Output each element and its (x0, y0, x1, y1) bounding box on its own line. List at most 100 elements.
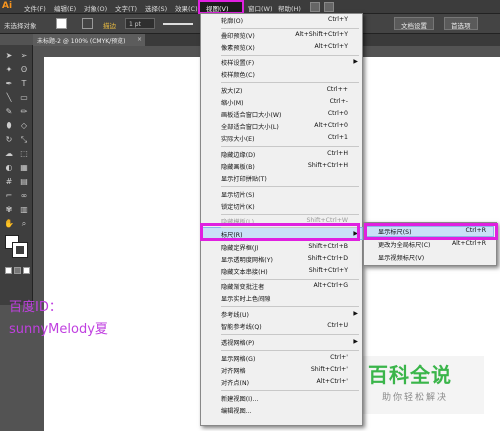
rectangle-tool-icon[interactable]: ▭ (18, 93, 30, 103)
menu-edit[interactable]: 编辑(E) (54, 3, 76, 13)
menu-item-actual-size[interactable]: 实际大小(E) Ctrl+1 (201, 133, 362, 144)
menu-item-proof-setup[interactable]: 校样设置(F) ▶ (201, 57, 362, 68)
menu-item-hide-gradient-annotator[interactable]: 隐藏渐变批注者 Alt+Ctrl+G (201, 281, 362, 292)
menu-item-pixel-preview[interactable]: 像素预览(X) Alt+Ctrl+Y (201, 42, 362, 53)
pencil-tool-icon[interactable]: ✏ (18, 107, 30, 117)
eraser-tool-icon[interactable]: ◇ (18, 121, 30, 131)
free-transform-tool-icon[interactable]: ⬚ (18, 149, 30, 159)
tools-panel: ➤ ➢ ✦ ʘ ✒ T ╲ ▭ ✎ ✏ ⬮ ◇ ↻ ⤡ ☁ ⬚ ◐ ▦ # ▤ … (0, 45, 33, 305)
warp-tool-icon[interactable]: ☁ (3, 149, 15, 159)
shape-builder-tool-icon[interactable]: ◐ (3, 163, 15, 173)
menu-item-hide-artboards[interactable]: 隐藏画板(B) Shift+Ctrl+H (201, 161, 362, 172)
none-mode-icon[interactable] (23, 267, 30, 274)
menu-item-show-grid[interactable]: 显示网格(G) Ctrl+' (201, 353, 362, 364)
submenu-arrow-icon: ▶ (353, 310, 358, 317)
menu-item-zoom-in[interactable]: 放大(Z) Ctrl++ (201, 85, 362, 96)
menu-item-proof-colors[interactable]: 校样颜色(C) (201, 69, 362, 80)
close-icon[interactable]: × (137, 36, 142, 43)
menu-item-guides[interactable]: 参考线(U) ▶ (201, 309, 362, 320)
menu-item-overprint-preview[interactable]: 叠印预览(V) Alt+Shift+Ctrl+Y (201, 30, 362, 41)
gradient-tool-icon[interactable]: ▤ (18, 177, 30, 187)
menu-item-snap-to-point[interactable]: 对齐点(N) Alt+Ctrl+' (201, 377, 362, 388)
menu-effect[interactable]: 效果(C) (175, 3, 198, 13)
document-tab[interactable]: 未标题-2 @ 100% (CMYK/预览) × (33, 34, 145, 46)
stroke-profile-preview[interactable] (163, 23, 193, 25)
symbol-sprayer-tool-icon[interactable]: ✾ (3, 205, 15, 215)
menu-item-new-view[interactable]: 新建视图(I)... (201, 393, 362, 404)
menu-window[interactable]: 窗口(W) (248, 3, 273, 13)
stroke-label[interactable]: 描边 (103, 20, 116, 30)
submenu-arrow-icon: ▶ (353, 338, 358, 345)
rulers-annotation-box (200, 223, 360, 241)
brand-slogan: 助你轻松解决 (382, 393, 449, 403)
menu-item-fit-artboard[interactable]: 画板适合窗口大小(W) Ctrl+0 (201, 109, 362, 120)
scale-tool-icon[interactable]: ⤡ (18, 135, 30, 145)
menu-item-smart-guides[interactable]: 智能参考线(Q) Ctrl+U (201, 321, 362, 332)
menu-separator (221, 390, 359, 391)
type-tool-icon[interactable]: T (18, 79, 30, 89)
menu-item-outline[interactable]: 轮廓(O) Ctrl+Y (201, 15, 362, 26)
menu-bar: Ai 文件(F) 编辑(E) 对象(O) 文字(T) 选择(S) 效果(C) 视… (0, 0, 500, 14)
menu-item-hide-edges[interactable]: 隐藏边缘(D) Ctrl+H (201, 149, 362, 160)
menu-item-fit-all[interactable]: 全部适合窗口大小(L) Alt+Ctrl+0 (201, 121, 362, 132)
document-tab-title: 未标题-2 @ 100% (CMYK/预览) (37, 38, 126, 45)
watermark-id-value: sunnyMelody夏 (9, 322, 108, 337)
arrange-documents-icon[interactable] (324, 2, 334, 12)
submenu-arrow-icon: ▶ (353, 58, 358, 65)
menu-item-show-live-paint-gaps[interactable]: 显示实时上色间隙 (201, 293, 362, 304)
bridge-icon[interactable] (310, 2, 320, 12)
stroke-swatch[interactable] (12, 242, 28, 258)
menu-separator (221, 350, 359, 351)
menu-select[interactable]: 选择(S) (145, 3, 167, 13)
gradient-mode-icon[interactable] (14, 267, 21, 274)
menu-separator (221, 334, 359, 335)
submenu-item-show-video-rulers[interactable]: 显示视频标尺(V) (364, 252, 496, 263)
menu-item-hide-bounding-box[interactable]: 隐藏定界框(J) Shift+Ctrl+B (201, 242, 362, 253)
line-tool-icon[interactable]: ╲ (3, 93, 15, 103)
selection-status: 未选择对象 (4, 22, 37, 30)
watermark-id-label: 百度ID： (9, 300, 62, 315)
eyedropper-tool-icon[interactable]: ⌐ (3, 191, 15, 201)
perspective-grid-tool-icon[interactable]: ▦ (18, 163, 30, 173)
menu-item-lock-slices[interactable]: 锁定切片(K) (201, 201, 362, 212)
menu-item-zoom-out[interactable]: 缩小(M) Ctrl+- (201, 97, 362, 108)
lasso-tool-icon[interactable]: ʘ (18, 65, 30, 75)
color-mode-icon[interactable] (5, 267, 12, 274)
hand-tool-icon[interactable]: ✋ (3, 219, 15, 229)
submenu-item-change-to-global-rulers[interactable]: 更改为全局标尺(C) Alt+Ctrl+R (364, 239, 496, 250)
menu-item-show-transparency-grid[interactable]: 显示透明度网格(Y) Shift+Ctrl+D (201, 254, 362, 265)
mesh-tool-icon[interactable]: # (3, 177, 15, 187)
pen-tool-icon[interactable]: ✒ (3, 79, 15, 89)
show-rulers-annotation-box (364, 223, 498, 240)
menu-object[interactable]: 对象(O) (84, 3, 107, 13)
view-menu: 轮廓(O) Ctrl+Y 叠印预览(V) Alt+Shift+Ctrl+Y 像素预览… (200, 13, 363, 426)
menu-item-edit-views[interactable]: 编辑视图... (201, 405, 362, 416)
menu-type[interactable]: 文字(T) (115, 3, 137, 13)
stroke-weight-dropdown[interactable]: 1 pt (125, 18, 155, 29)
menu-item-snap-to-grid[interactable]: 对齐网格 Shift+Ctrl+' (201, 365, 362, 376)
menu-item-show-print-tiling[interactable]: 显示打印拼贴(T) (201, 173, 362, 184)
menu-help[interactable]: 帮助(H) (278, 3, 301, 13)
selection-tool-icon[interactable]: ➤ (3, 51, 15, 61)
blend-tool-icon[interactable]: ∞ (18, 191, 30, 201)
menu-separator (221, 306, 359, 307)
zoom-tool-icon[interactable]: ⌕ (18, 219, 30, 229)
menu-item-perspective-grid[interactable]: 透视网格(P) ▶ (201, 337, 362, 348)
preferences-button[interactable]: 首选项 (444, 17, 478, 30)
app-logo: Ai (2, 1, 13, 11)
blob-brush-tool-icon[interactable]: ⬮ (3, 121, 15, 131)
paintbrush-tool-icon[interactable]: ✎ (3, 107, 15, 117)
menu-separator (221, 82, 359, 83)
direct-selection-tool-icon[interactable]: ➢ (18, 51, 30, 61)
menu-separator (221, 214, 359, 215)
magic-wand-tool-icon[interactable]: ✦ (3, 65, 15, 75)
column-graph-tool-icon[interactable]: ▥ (18, 205, 30, 215)
document-setup-button[interactable]: 文档设置 (394, 17, 434, 30)
menu-item-hide-text-threads[interactable]: 隐藏文本串接(H) Shift+Ctrl+Y (201, 266, 362, 277)
rotate-tool-icon[interactable]: ↻ (3, 135, 15, 145)
menu-file[interactable]: 文件(F) (24, 3, 46, 13)
brand-title: 百科全说 (368, 363, 452, 387)
menu-item-show-slices[interactable]: 显示切片(S) (201, 189, 362, 200)
fill-color-swatch[interactable] (56, 18, 67, 29)
stroke-color-swatch[interactable] (82, 18, 93, 29)
